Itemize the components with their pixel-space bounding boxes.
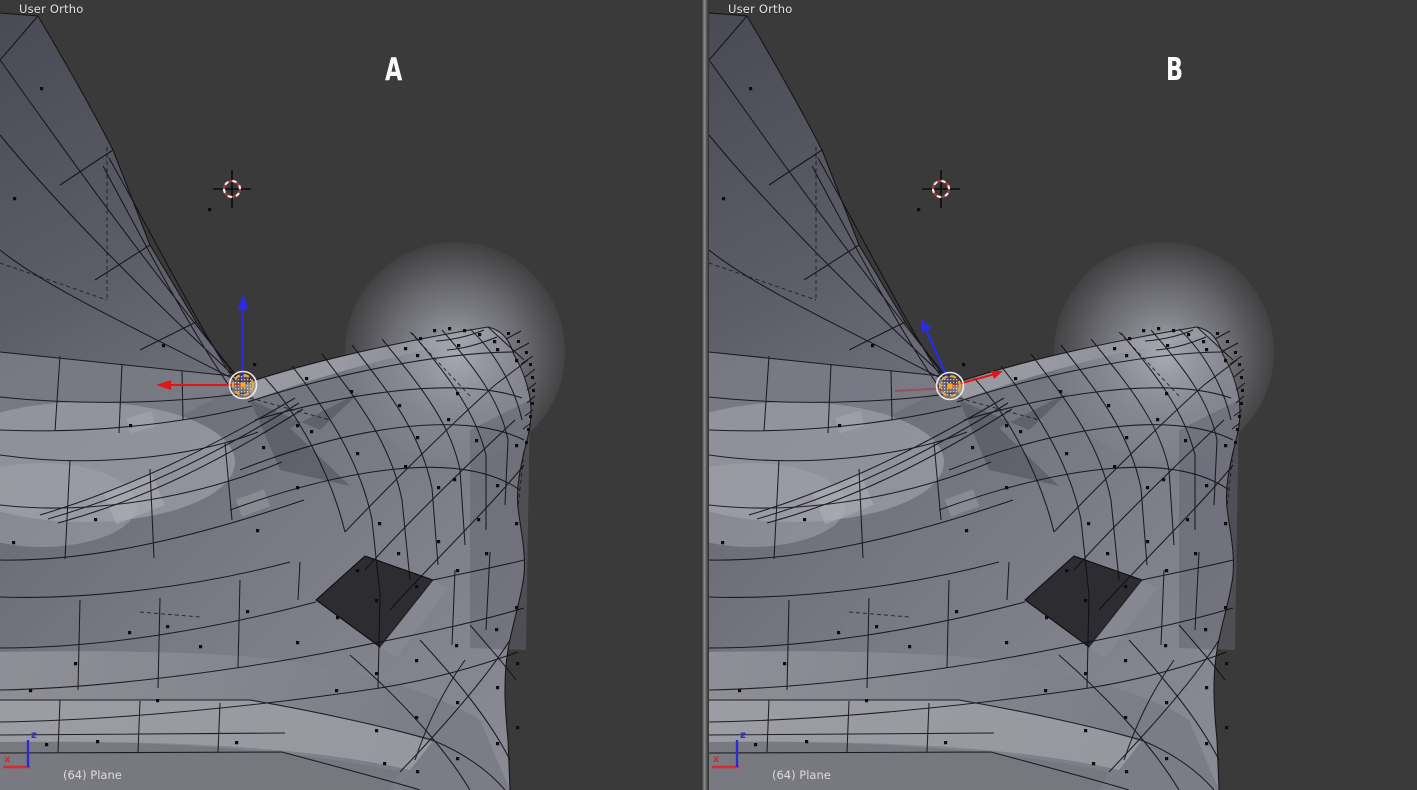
gizmo-z-axis-arrow[interactable] [237,294,249,384]
area-divider[interactable] [701,0,709,790]
viewport-b-overlay [894,170,1003,401]
translate-gizmo[interactable] [156,294,258,400]
3d-cursor-icon [922,170,960,208]
mini-axis-gizmo: x z [712,730,746,769]
gizmo-center-handle[interactable] [228,370,258,400]
mini-axis-gizmo: x z [3,730,37,769]
mini-axis-x-label: x [4,754,11,765]
mini-axis-x-label: x [713,754,720,765]
viewport-a[interactable]: User Ortho A (64) Plane x z [0,0,701,790]
3d-cursor-icon [213,170,251,208]
object-status-label: (64) Plane [772,768,831,782]
translate-gizmo[interactable] [894,319,1003,401]
selected-vertex[interactable] [240,382,246,388]
object-status-label: (64) Plane [63,768,122,782]
comparison-marker-a: A [385,52,403,88]
comparison-marker-b: B [1166,52,1184,88]
viewport-a-overlay [156,170,258,400]
mini-axis-z-label: z [740,730,746,741]
view-mode-label: User Ortho [19,2,84,16]
viewport-b[interactable]: User Ortho B (64) Plane x z [709,0,1417,790]
gizmo-z-axis-arrow[interactable] [921,319,951,383]
view-mode-label: User Ortho [728,2,793,16]
gizmo-center-handle[interactable] [935,371,965,401]
blender-viewport-comparison: User Ortho A (64) Plane x z User Ortho B… [0,0,1417,790]
mini-axis-z-label: z [31,730,37,741]
selected-vertex[interactable] [947,383,953,389]
